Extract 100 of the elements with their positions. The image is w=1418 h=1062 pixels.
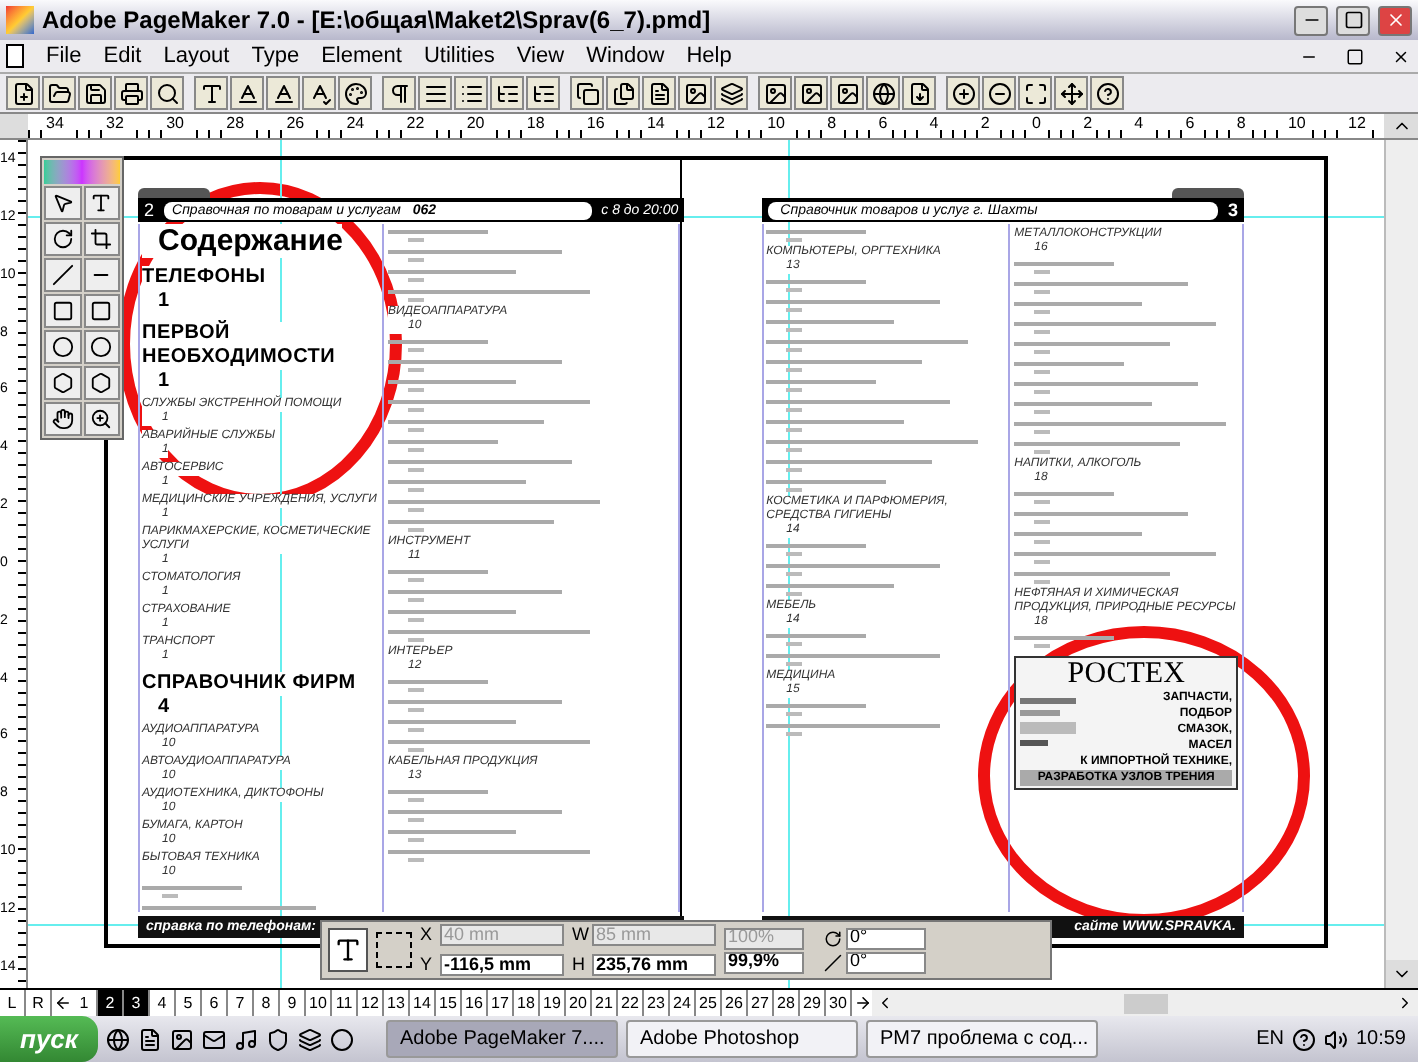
close-button[interactable] [1378,5,1412,35]
text-mode-button[interactable] [328,928,368,972]
menu-item[interactable]: Element [321,45,402,67]
quick-launch-icon[interactable] [234,1027,258,1051]
maximize-button[interactable] [1336,5,1370,35]
polygon-tool[interactable] [44,366,81,400]
volume-icon[interactable] [1323,1027,1348,1051]
fill-button[interactable] [338,76,372,110]
menu-item[interactable]: View [516,45,565,67]
page-tab[interactable]: 21 [592,990,618,1016]
line-tool[interactable] [44,258,81,292]
quick-launch-icon[interactable] [298,1027,322,1051]
scroll-up-button[interactable] [1384,114,1418,138]
find-button[interactable] [150,76,184,110]
pointer-tool[interactable] [44,186,81,220]
position-field[interactable]: 235,76 mm [592,953,716,976]
paragraph-button[interactable] [382,76,416,110]
font-button[interactable] [194,76,228,110]
quick-launch-icon[interactable] [138,1027,162,1051]
page-tab[interactable]: 11 [332,990,358,1016]
help-icon[interactable] [1291,1027,1316,1051]
toc-button[interactable] [526,76,560,110]
quick-launch-icon[interactable] [170,1027,194,1051]
layers-button[interactable] [714,76,748,110]
hand-tool[interactable] [44,402,81,436]
page-tab[interactable]: 16 [462,990,488,1016]
ellipse-tool[interactable] [83,330,120,364]
image-button[interactable] [758,76,792,110]
page-tab[interactable]: 29 [800,990,826,1016]
page-tab[interactable]: 18 [514,990,540,1016]
actual-size-button[interactable] [1018,76,1052,110]
page-tab[interactable]: 20 [566,990,592,1016]
help-button[interactable] [1090,76,1124,110]
taskbar-button[interactable]: PM7 проблема с сод... [866,1020,1098,1058]
quick-launch-icon[interactable] [202,1027,226,1051]
language-indicator[interactable]: EN [1256,1024,1284,1054]
rectangle-frame-tool[interactable] [44,294,81,328]
font-size-up-button[interactable] [230,76,264,110]
taskbar-button[interactable]: Adobe PageMaker 7.... [386,1020,618,1058]
rectangle-tool[interactable] [83,294,120,328]
paste-button[interactable] [606,76,640,110]
menu-item[interactable]: Utilities [423,45,495,67]
rotation-field[interactable]: 0° [846,927,926,949]
page-tab[interactable]: 28 [774,990,800,1016]
page-tab[interactable]: 26 [722,990,748,1016]
ellipse-frame-tool[interactable] [44,330,81,364]
menu-item[interactable]: Type [251,45,300,67]
text-tool[interactable] [83,186,120,220]
frame-button[interactable] [830,76,864,110]
minimize-button[interactable] [1294,5,1328,35]
menu-item[interactable]: Edit [103,45,142,67]
page-tab[interactable]: 25 [696,990,722,1016]
story-button[interactable] [642,76,676,110]
page-tab[interactable]: 27 [748,990,774,1016]
new-button[interactable] [6,76,40,110]
page-tab[interactable]: 2 [98,990,124,1016]
scroll-down-button[interactable] [1386,960,1418,988]
quick-launch-icon[interactable] [266,1027,290,1051]
crop-tool[interactable] [83,222,120,256]
indents-button[interactable] [418,76,452,110]
page-tab[interactable]: 24 [670,990,696,1016]
scale-field[interactable]: 99,9% [724,951,804,973]
menu-item[interactable]: Help [686,45,732,67]
print-button[interactable] [114,76,148,110]
copy-button[interactable] [570,76,604,110]
bullets-button[interactable] [454,76,488,110]
page-tab[interactable]: 19 [540,990,566,1016]
font-size-down-button[interactable] [266,76,300,110]
zoom-out-button[interactable] [982,76,1016,110]
page-tab[interactable]: 14 [410,990,436,1016]
page-tab[interactable]: 15 [436,990,462,1016]
quick-launch-icon[interactable] [106,1027,130,1051]
open-button[interactable] [42,76,76,110]
rotate-tool[interactable] [44,222,81,256]
zoom-in-button[interactable] [946,76,980,110]
polygon-frame-tool[interactable] [83,366,120,400]
page-tab[interactable]: 12 [358,990,384,1016]
spelling-button[interactable] [302,76,336,110]
photo-button[interactable] [794,76,828,110]
doc-restore-button[interactable] [1342,44,1366,68]
constrained-line-tool[interactable] [83,258,120,292]
menu-item[interactable]: File [46,45,82,67]
menu-item[interactable]: Window [586,45,665,67]
menu-item[interactable]: Layout [163,45,230,67]
page-tab[interactable]: 3 [124,990,150,1016]
globe-button[interactable] [866,76,900,110]
page-tab[interactable]: 10 [306,990,332,1016]
page-tab[interactable]: 23 [644,990,670,1016]
fit-button[interactable] [1054,76,1088,110]
zoom-tool[interactable] [83,402,120,436]
page-tab[interactable]: 30 [826,990,852,1016]
page-tab[interactable]: 17 [488,990,514,1016]
skew-field[interactable]: 0° [846,951,926,973]
page-tab[interactable]: 22 [618,990,644,1016]
page-tab[interactable]: 13 [384,990,410,1016]
quick-launch-icon[interactable] [330,1027,354,1051]
position-field[interactable]: -116,5 mm [440,953,564,976]
pdf-button[interactable] [902,76,936,110]
scroll-thumb[interactable] [1123,993,1167,1013]
place-button[interactable] [678,76,712,110]
